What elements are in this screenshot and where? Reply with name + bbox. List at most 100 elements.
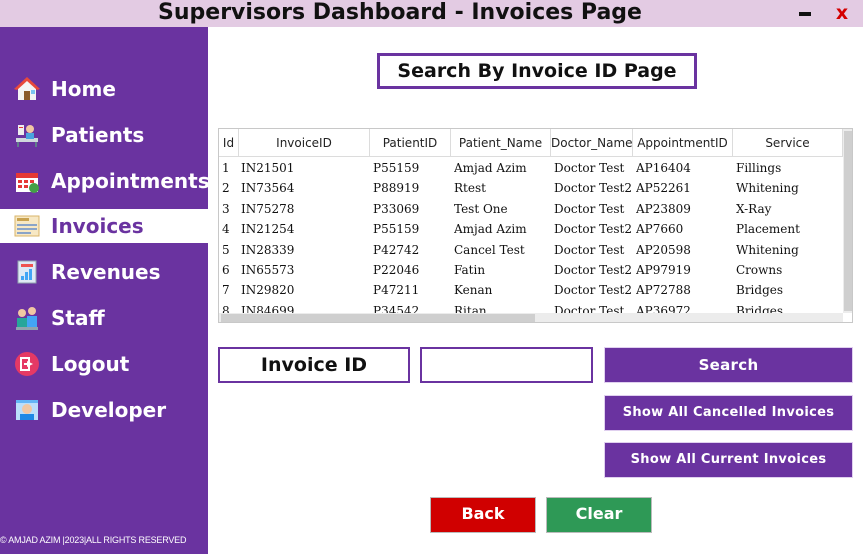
sidebar-item-revenues[interactable]: Revenues <box>0 255 208 289</box>
column-header[interactable]: PatientID <box>370 129 451 157</box>
sidebar-item-label: Revenues <box>51 260 161 284</box>
sidebar-item-label: Appointments <box>51 169 210 193</box>
show-cancelled-invoices-button[interactable]: Show All Cancelled Invoices <box>604 395 853 431</box>
horizontal-scrollbar[interactable] <box>219 313 843 322</box>
search-button[interactable]: Search <box>604 347 853 383</box>
revenue-icon <box>17 260 37 284</box>
sidebar-item-invoices[interactable]: Invoices <box>0 209 208 243</box>
table-cell: AP20598 <box>636 242 691 257</box>
column-header[interactable]: AppointmentID <box>633 129 733 157</box>
table-cell: Kenan <box>454 283 493 298</box>
table-header: Id InvoiceID PatientID Patient_Name Doctor_N… <box>219 129 843 157</box>
table-cell: P22046 <box>373 263 420 277</box>
table-cell: IN21254 <box>241 222 295 237</box>
table-cell: P47211 <box>373 283 420 298</box>
sidebar-item-label: Home <box>51 77 116 101</box>
invoices-table[interactable]: Id InvoiceID PatientID Patient_Name Doctor_N… <box>218 128 853 323</box>
table-cell: 5 <box>222 242 230 257</box>
table-cell: 6 <box>222 263 230 277</box>
table-cell: Fatin <box>454 263 486 277</box>
sidebar-item-logout[interactable]: Logout <box>0 347 208 381</box>
table-row[interactable]: 2 IN73564 P88919 Rtest Doctor Test2 AP52261 Wh… <box>219 178 843 198</box>
table-cell: Rtest <box>454 181 486 196</box>
copyright-text: © AMJAD AZIM |2023|ALL RIGHTS RESERVED <box>0 535 187 545</box>
sidebar-item-home[interactable]: Home <box>0 72 208 106</box>
table-row[interactable]: 6 IN65573 P22046 Fatin Doctor Test2 AP97919 Cr… <box>219 260 843 280</box>
table-cell: Whitening <box>736 242 799 257</box>
staff-icon <box>16 307 38 330</box>
table-cell: Amjad Azim <box>454 161 527 175</box>
table-cell: 4 <box>222 222 230 237</box>
sidebar-item-patients[interactable]: Patients <box>0 118 208 152</box>
table-row[interactable]: 4 IN21254 P55159 Amjad Azim Doctor Test2 AP76… <box>219 219 843 239</box>
clear-button[interactable]: Clear <box>546 497 652 533</box>
table-cell: Amjad Azim <box>454 222 527 237</box>
vertical-scroll-thumb[interactable] <box>844 131 852 311</box>
table-cell: Test One <box>454 201 508 216</box>
minimize-button[interactable] <box>799 12 811 16</box>
invoice-id-label: Invoice ID <box>218 347 410 383</box>
table-cell: Doctor Test2 <box>554 222 632 237</box>
show-current-invoices-button[interactable]: Show All Current Invoices <box>604 442 853 478</box>
sidebar-item-label: Developer <box>51 398 167 422</box>
page-title: Search By Invoice ID Page <box>377 53 697 89</box>
table-cell: P55159 <box>373 161 420 175</box>
table-cell: Crowns <box>736 263 783 277</box>
table-cell: AP52261 <box>636 181 691 196</box>
logout-icon <box>15 352 39 376</box>
invoice-icon <box>14 215 40 237</box>
table-cell: IN75278 <box>241 201 295 216</box>
sidebar-item-staff[interactable]: Staff <box>0 301 208 335</box>
developer-icon <box>16 400 38 420</box>
table-cell: Cancel Test <box>454 242 525 257</box>
sidebar-item-developer[interactable]: Developer <box>0 393 208 427</box>
back-button[interactable]: Back <box>430 497 536 533</box>
horizontal-scroll-thumb[interactable] <box>221 314 535 322</box>
sidebar: Home Patients Appointments Invoices Reve… <box>0 27 210 554</box>
patients-icon <box>16 125 38 147</box>
column-header[interactable]: Patient_Name <box>451 129 551 157</box>
vertical-scrollbar[interactable] <box>843 129 852 313</box>
table-cell: AP97919 <box>636 263 691 277</box>
table-cell: P55159 <box>373 222 420 237</box>
sidebar-item-label: Invoices <box>51 214 144 238</box>
table-cell: 1 <box>222 161 230 175</box>
table-cell: AP23809 <box>636 201 691 216</box>
table-cell: AP72788 <box>636 283 691 298</box>
invoice-id-input[interactable] <box>420 347 593 383</box>
table-row[interactable]: 1 IN21501 P55159 Amjad Azim Doctor Test AP164… <box>219 158 843 178</box>
sidebar-item-appointments[interactable]: Appointments <box>0 164 210 198</box>
table-cell: Doctor Test <box>554 242 625 257</box>
app-window: Supervisors Dashboard - Invoices Page x … <box>0 0 863 554</box>
window-title: Supervisors Dashboard - Invoices Page <box>158 0 642 25</box>
table-cell: IN29820 <box>241 283 295 298</box>
table-cell: P42742 <box>373 242 420 257</box>
table-row[interactable]: 5 IN28339 P42742 Cancel Test Doctor Test AP20… <box>219 240 843 260</box>
column-header[interactable]: Id <box>219 129 239 157</box>
table-cell: IN65573 <box>241 263 295 277</box>
table-cell: P88919 <box>373 181 420 196</box>
title-bar: Supervisors Dashboard - Invoices Page x <box>0 0 863 27</box>
column-header[interactable]: Service <box>733 129 843 157</box>
table-cell: AP16404 <box>636 161 691 175</box>
table-cell: Placement <box>736 222 800 237</box>
table-cell: P33069 <box>373 201 420 216</box>
column-header[interactable]: InvoiceID <box>239 129 370 157</box>
table-cell: 2 <box>222 181 230 196</box>
table-cell: Doctor Test2 <box>554 263 632 277</box>
calendar-icon <box>16 173 39 193</box>
sidebar-item-label: Staff <box>51 306 105 330</box>
table-cell: Doctor Test <box>554 161 625 175</box>
table-cell: Doctor Test2 <box>554 181 632 196</box>
table-cell: IN73564 <box>241 181 295 196</box>
table-cell: AP7660 <box>636 222 684 237</box>
home-icon <box>14 77 40 100</box>
table-cell: IN28339 <box>241 242 295 257</box>
sidebar-item-label: Patients <box>51 123 145 147</box>
table-row[interactable]: 3 IN75278 P33069 Test One Doctor Test AP23809… <box>219 199 843 219</box>
table-cell: X-Ray <box>736 201 772 216</box>
close-button[interactable]: x <box>833 1 851 25</box>
table-row[interactable]: 7 IN29820 P47211 Kenan Doctor Test2 AP72788 Br… <box>219 280 843 300</box>
table-cell: 7 <box>222 283 230 298</box>
column-header[interactable]: Doctor_Name <box>551 129 633 157</box>
